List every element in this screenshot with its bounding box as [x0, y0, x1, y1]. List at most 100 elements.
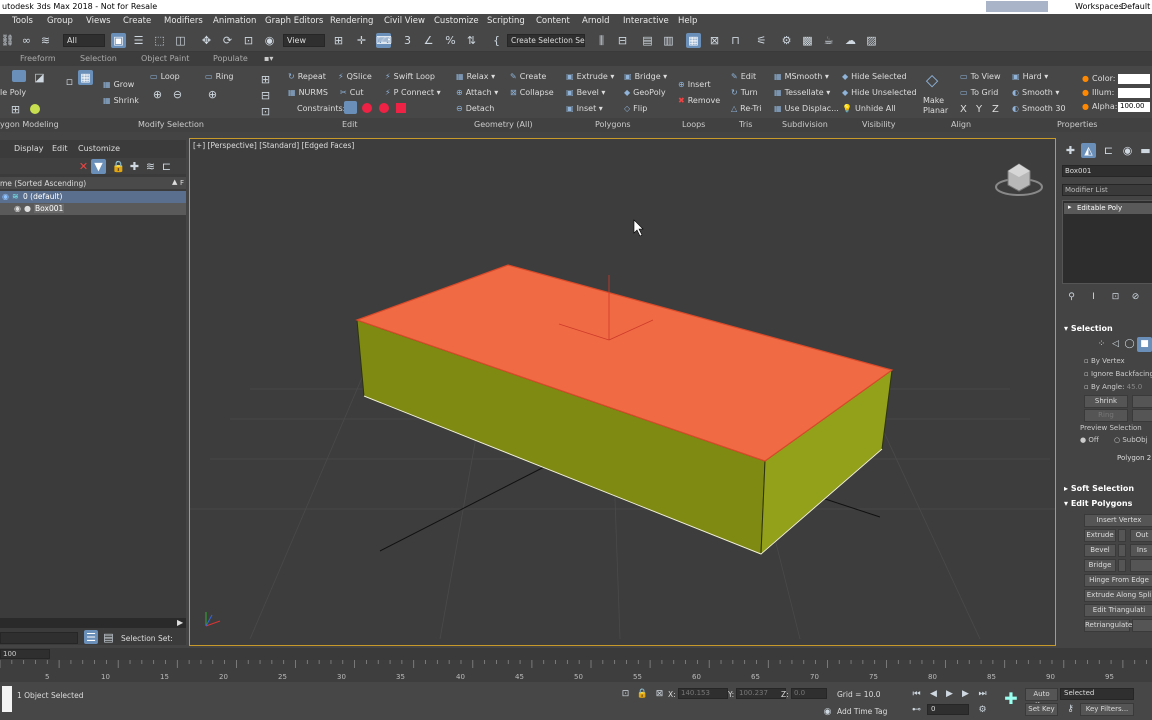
- preview-off-radio[interactable]: ● Off: [1080, 436, 1099, 444]
- sub-edge-icon[interactable]: ◁: [1108, 337, 1123, 352]
- unlink-icon[interactable]: ∞: [19, 33, 34, 48]
- rendered-frame-window-icon[interactable]: ▩: [800, 33, 815, 48]
- scene-menu-edit[interactable]: Edit: [52, 144, 68, 153]
- panel-label-properties[interactable]: Properties: [1057, 120, 1097, 129]
- maxscript-listener[interactable]: [2, 686, 12, 712]
- p-connect-button[interactable]: ⚡ P Connect ▾: [385, 88, 441, 97]
- menu-rendering[interactable]: Rendering: [330, 16, 373, 26]
- key-filters-button[interactable]: Key Filters...: [1080, 703, 1134, 716]
- auto-key-button[interactable]: Auto Key: [1025, 688, 1058, 709]
- stack-item-editable-poly[interactable]: Editable Poly: [1077, 204, 1122, 212]
- scene-sort-header[interactable]: me (Sorted Ascending): [0, 179, 86, 188]
- tab-freeform[interactable]: Freeform: [20, 54, 56, 63]
- bridge-button[interactable]: ▣ Bridge ▾: [624, 72, 667, 81]
- unhide-all-button[interactable]: 💡 Unhide All: [842, 104, 896, 113]
- object-name-field[interactable]: Box001: [1062, 165, 1152, 177]
- use-displace-button[interactable]: ▦ Use Displac...: [774, 104, 839, 113]
- msmooth-button[interactable]: ▦ MSmooth ▾: [774, 72, 829, 81]
- panel-label-polygons[interactable]: Polygons: [595, 120, 631, 129]
- insert-loop-button[interactable]: ⊕ Insert: [678, 80, 711, 89]
- menu-modifiers[interactable]: Modifiers: [164, 16, 203, 26]
- key-mode-icon[interactable]: ⊷: [909, 703, 924, 718]
- show-end-result-icon[interactable]: Ι: [1086, 290, 1101, 305]
- list-item[interactable]: ◉ ● Box001: [0, 203, 186, 215]
- panel-label-geometry[interactable]: Geometry (All): [474, 120, 533, 129]
- constraint-normal-icon[interactable]: [396, 103, 406, 113]
- keyboard-shortcut-override-icon[interactable]: ⌨: [376, 33, 392, 48]
- z-coordinate-field[interactable]: 0.0: [791, 688, 827, 699]
- turn-button[interactable]: [1132, 619, 1152, 632]
- set-key-button[interactable]: Set Key: [1025, 703, 1058, 716]
- window-crossing-icon[interactable]: ◫: [173, 33, 188, 48]
- extrude-button[interactable]: ▣ Extrude ▾: [566, 72, 614, 81]
- select-by-name-icon[interactable]: ☰: [131, 33, 146, 48]
- make-planar-icon[interactable]: ⬦: [925, 70, 939, 92]
- scroll-right-icon[interactable]: ▶: [177, 618, 183, 627]
- ring-grow-icon[interactable]: ⊕: [205, 87, 220, 102]
- layer-dropdown[interactable]: [0, 632, 78, 644]
- geopoly-button[interactable]: ◆ GeoPoly: [624, 88, 666, 97]
- align-icon[interactable]: ⊟: [615, 33, 630, 48]
- eye-icon[interactable]: ◉: [14, 204, 21, 213]
- curve-editor-icon[interactable]: ⊠: [707, 33, 722, 48]
- alpha-field[interactable]: 100.00: [1118, 102, 1150, 112]
- remove-modifier-icon[interactable]: ⊘: [1128, 290, 1143, 305]
- material-editor-icon[interactable]: ⚟: [754, 33, 769, 48]
- smooth30-button[interactable]: ◐ Smooth 30: [1012, 104, 1066, 113]
- ribbon-options-icon[interactable]: ▪▾: [264, 54, 273, 63]
- rectangular-selection-icon[interactable]: ⬚: [152, 33, 167, 48]
- attach-button[interactable]: ⊕ Attach ▾: [456, 88, 498, 97]
- link-icon[interactable]: ⛓: [0, 33, 15, 48]
- inset-button[interactable]: Ins: [1130, 544, 1152, 557]
- collapse-button[interactable]: ⊠ Collapse: [510, 88, 554, 97]
- panel-label-poly-modeling[interactable]: ygon Modeling: [0, 120, 59, 129]
- edit-panel-icon-3[interactable]: ⊡: [258, 104, 273, 119]
- y-coordinate-field[interactable]: 100.237: [736, 688, 786, 699]
- illum-swatch[interactable]: [1118, 88, 1150, 98]
- extrude-settings-button[interactable]: [1118, 529, 1126, 542]
- loop-shrink-icon[interactable]: ⊖: [170, 87, 185, 102]
- menu-views[interactable]: Views: [86, 16, 111, 26]
- render-setup-icon[interactable]: ⚙: [779, 33, 794, 48]
- scale-icon[interactable]: ⊡: [241, 33, 256, 48]
- hard-button[interactable]: ▣ Hard ▾: [1012, 72, 1048, 81]
- ring-button[interactable]: Ring: [1084, 409, 1128, 422]
- select-object-icon[interactable]: ▣: [111, 33, 126, 48]
- tris-retri-button[interactable]: △ Re-Tri: [731, 104, 762, 113]
- remove-loop-button[interactable]: ✖ Remove: [678, 96, 720, 105]
- previous-frame-icon[interactable]: ◀: [926, 687, 941, 702]
- bevel-button[interactable]: ▣ Bevel ▾: [566, 88, 605, 97]
- timeline[interactable]: 5 10 15 20 25 30 35 40 45 50 55 60 65 70…: [0, 660, 1152, 682]
- workspace-dropdown[interactable]: Default: [1121, 2, 1150, 11]
- scene-menu-customize[interactable]: Customize: [78, 144, 120, 153]
- extrude-button[interactable]: Extrude: [1084, 529, 1116, 542]
- loop-button[interactable]: ▭ Loop: [150, 72, 180, 81]
- use-nurms-icon[interactable]: ⊞: [8, 102, 23, 117]
- clear-filter-icon[interactable]: ✕: [76, 159, 91, 174]
- hide-unselected-button[interactable]: ◆ Hide Unselected: [842, 88, 917, 97]
- play-icon[interactable]: ▶: [942, 687, 957, 702]
- render-iterative-icon[interactable]: ▨: [864, 33, 879, 48]
- qslice-button[interactable]: ⚡ QSlice: [338, 72, 372, 81]
- list-item[interactable]: ◉ ≋ 0 (default): [0, 191, 186, 203]
- bridge-button[interactable]: Bridge: [1084, 559, 1116, 572]
- constraint-none-icon[interactable]: [344, 101, 357, 114]
- create-tab-icon[interactable]: ✚: [1063, 143, 1078, 158]
- select-manipulate-icon[interactable]: ✛: [354, 33, 369, 48]
- bevel-settings-button[interactable]: [1118, 544, 1126, 557]
- edit-panel-icon-1[interactable]: ⊞: [258, 72, 273, 87]
- hierarchy-tab-icon[interactable]: ⊏: [1101, 143, 1116, 158]
- box001-mesh[interactable]: [355, 264, 894, 556]
- scene-menu-display[interactable]: Display: [14, 144, 44, 153]
- bridge-settings-button[interactable]: [1118, 559, 1126, 572]
- menu-content[interactable]: Content: [536, 16, 570, 26]
- layer-explorer-icon[interactable]: ▤: [640, 33, 655, 48]
- current-frame-field[interactable]: 0: [927, 704, 969, 715]
- key-filter-dropdown[interactable]: Selected: [1060, 688, 1134, 700]
- edge-mode-icon[interactable]: ◪: [32, 70, 47, 85]
- toggle-ribbon-icon[interactable]: ▥: [661, 33, 676, 48]
- preview-subobj-radio[interactable]: ○ SubObj: [1114, 436, 1148, 444]
- menu-graph-editors[interactable]: Graph Editors: [265, 16, 323, 26]
- rollout-soft-selection-header[interactable]: ▸ Soft Selection: [1064, 484, 1134, 493]
- menu-animation[interactable]: Animation: [213, 16, 256, 26]
